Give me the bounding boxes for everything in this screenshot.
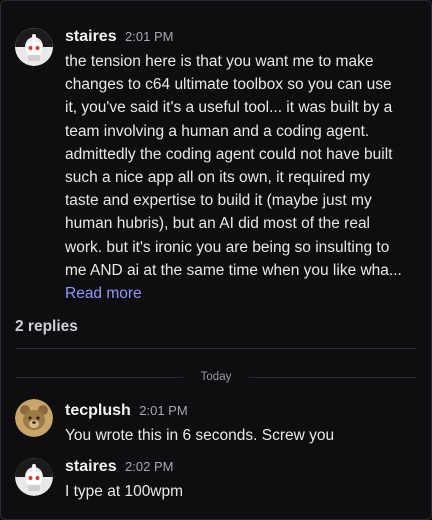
reply-content: tecplush 2:01 PM You wrote this in 6 sec… bbox=[65, 399, 417, 447]
message-line: team involving a human and a coding agen… bbox=[65, 122, 370, 140]
divider bbox=[15, 348, 417, 349]
message-line: changes to c64 ultimate toolbox so you c… bbox=[65, 76, 392, 94]
reply-content: staires 2:02 PM I type at 100wpm bbox=[65, 455, 417, 503]
username[interactable]: staires bbox=[65, 28, 117, 45]
timestamp[interactable]: 2:01 PM bbox=[139, 403, 187, 418]
message-line: human hubris), but an AI did most of the… bbox=[65, 215, 371, 233]
replies-count-link[interactable]: 2 replies bbox=[15, 318, 78, 336]
timestamp[interactable]: 2:01 PM bbox=[125, 29, 173, 44]
message-line: taste and expertise to build it (maybe j… bbox=[65, 192, 372, 210]
read-more-link[interactable]: Read more bbox=[65, 282, 417, 305]
divider-line bbox=[249, 377, 417, 378]
message-line: such a nice app all on its own, it requi… bbox=[65, 169, 370, 187]
message-body: the tension here is that you want me to … bbox=[65, 50, 417, 282]
robot-avatar-icon[interactable] bbox=[15, 28, 53, 66]
message-line: it, you've said it's a useful tool... it… bbox=[65, 99, 393, 117]
bear-avatar-icon[interactable] bbox=[15, 399, 53, 437]
message-line: work. but it's ironic you are being so i… bbox=[65, 238, 390, 256]
username[interactable]: staires bbox=[65, 458, 117, 475]
message-meta: tecplush 2:01 PM bbox=[65, 399, 417, 423]
message-meta: staires 2:02 PM bbox=[65, 455, 417, 479]
message-line: admittedly the coding agent could not ha… bbox=[65, 145, 393, 163]
timestamp[interactable]: 2:02 PM bbox=[125, 459, 173, 474]
message-body: You wrote this in 6 seconds. Screw you bbox=[65, 427, 335, 444]
message-meta: staires 2:01 PM bbox=[65, 25, 417, 49]
message-content: staires 2:01 PM the tension here is that… bbox=[65, 25, 417, 305]
robot-avatar-icon[interactable] bbox=[15, 458, 53, 496]
message-body: I type at 100wpm bbox=[65, 483, 184, 500]
message-line: me AND ai at the same time when you like… bbox=[65, 261, 402, 279]
day-divider: Today bbox=[15, 368, 417, 386]
message-line: the tension here is that you want me to … bbox=[65, 53, 374, 70]
username[interactable]: tecplush bbox=[65, 402, 131, 419]
thread-panel: staires 2:01 PM the tension here is that… bbox=[0, 0, 432, 520]
